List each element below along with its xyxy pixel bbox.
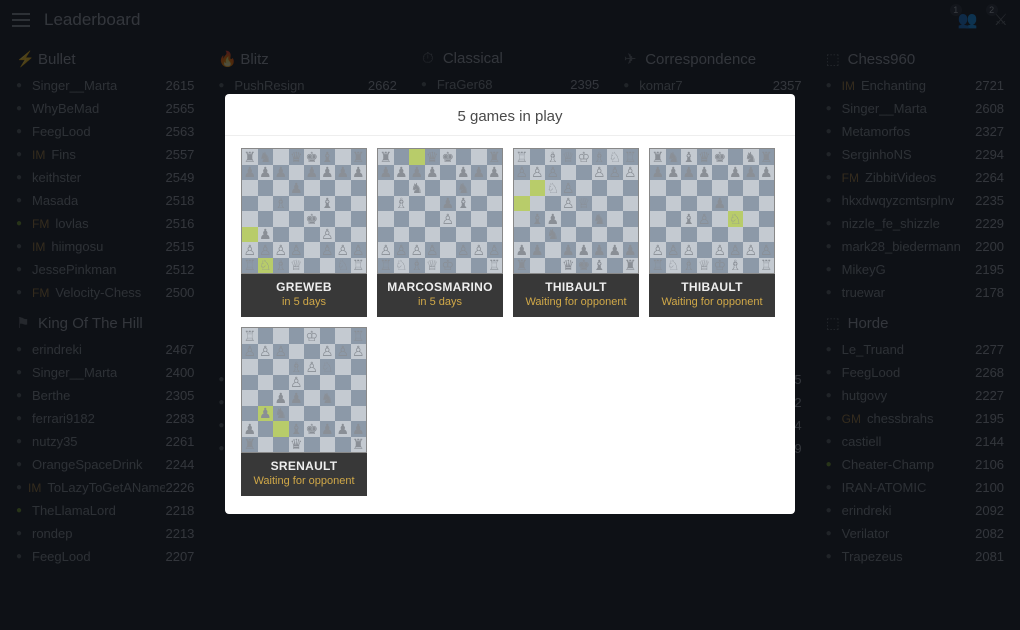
- game-opponent: THIBAULT: [517, 280, 635, 294]
- chess-board: ♜♛♚♜♟♟♟♟♟♟♟♞♞♗♟♝♙♙♙♙♙♙♙♙♖♘♗♕♔♖: [377, 148, 503, 274]
- game-status: Waiting for opponent: [517, 296, 635, 309]
- game-opponent: THIBAULT: [653, 280, 771, 294]
- games-modal: 5 games in play ♜♞♛♚♝♜♟♟♟♟♟♟♟♟♗♝♚♟♙♙♙♙♙♙…: [225, 94, 795, 514]
- game-opponent: MARCOSMARINO: [381, 280, 499, 294]
- chess-board: ♖♔♖♙♙♙♙♙♙♗♙♘♙♟♟♞♟♞♟♝♚♟♟♟♜♛♜: [241, 327, 367, 453]
- game-card[interactable]: ♜♛♚♜♟♟♟♟♟♟♟♞♞♗♟♝♙♙♙♙♙♙♙♙♖♘♗♕♔♖ MARCOSMARI…: [377, 148, 503, 317]
- game-opponent: SRENAULT: [245, 459, 363, 473]
- game-status: Waiting for opponent: [653, 296, 771, 309]
- game-status: Waiting for opponent: [245, 475, 363, 488]
- game-status: in 5 days: [245, 296, 363, 309]
- game-status: in 5 days: [381, 296, 499, 309]
- modal-title: 5 games in play: [225, 94, 795, 136]
- game-card[interactable]: ♖♗♕♔♗♘♖♙♙♙♙♙♙♘♙♙♕♝♟♞♞♟♟♟♟♟♟♟♜♛♚♝♜ THIBAUL…: [513, 148, 639, 317]
- game-opponent: GREWEB: [245, 280, 363, 294]
- game-card[interactable]: ♖♔♖♙♙♙♙♙♙♗♙♘♙♟♟♞♟♞♟♝♚♟♟♟♜♛♜ SRENAULT Waiti…: [241, 327, 367, 496]
- game-card[interactable]: ♜♞♝♛♚♞♜♟♟♟♟♟♟♟♟♝♙♘♙♙♙♙♙♙♙♖♘♗♕♔♗♖ THIBAULT…: [649, 148, 775, 317]
- chess-board: ♜♞♛♚♝♜♟♟♟♟♟♟♟♟♗♝♚♟♙♙♙♙♙♙♙♙♖♘♗♕♘♖: [241, 148, 367, 274]
- modal-overlay[interactable]: 5 games in play ♜♞♛♚♝♜♟♟♟♟♟♟♟♟♗♝♚♟♙♙♙♙♙♙…: [0, 0, 1020, 630]
- game-card[interactable]: ♜♞♛♚♝♜♟♟♟♟♟♟♟♟♗♝♚♟♙♙♙♙♙♙♙♙♖♘♗♕♘♖ GREWEB in…: [241, 148, 367, 317]
- chess-board: ♜♞♝♛♚♞♜♟♟♟♟♟♟♟♟♝♙♘♙♙♙♙♙♙♙♖♘♗♕♔♗♖: [649, 148, 775, 274]
- chess-board: ♖♗♕♔♗♘♖♙♙♙♙♙♙♘♙♙♕♝♟♞♞♟♟♟♟♟♟♟♜♛♚♝♜: [513, 148, 639, 274]
